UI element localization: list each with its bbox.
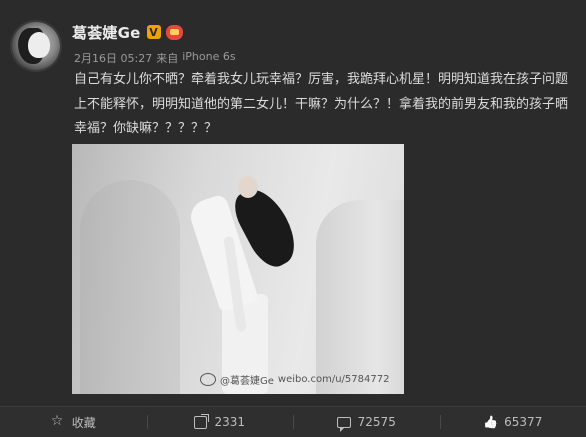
post-text: 自己有女儿你不晒？牵着我女儿玩幸福？厉害，我跪拜心机星！明明知道我在孩子问题上不…	[74, 68, 574, 142]
username-link[interactable]: 葛荟婕Ge	[72, 22, 141, 43]
avatar-face	[28, 32, 50, 58]
figure-head	[238, 176, 258, 198]
post-meta: 2月16日 05:27 来自 iPhone 6s	[74, 50, 236, 66]
user-line: 葛荟婕Ge V	[72, 22, 183, 42]
comment-button[interactable]: 72575	[293, 407, 440, 437]
star-icon	[51, 415, 65, 429]
comment-count: 72575	[358, 415, 396, 429]
source-prefix: 来自	[156, 50, 178, 66]
comment-icon	[337, 417, 351, 428]
thumbs-up-icon	[483, 415, 497, 429]
weibo-logo-icon	[200, 373, 216, 386]
post-source: iPhone 6s	[182, 50, 235, 66]
favorite-button[interactable]: 收藏	[0, 407, 147, 437]
watermark-url: weibo.com/u/5784772	[278, 374, 390, 385]
avatar[interactable]	[12, 22, 60, 70]
vip-badge-icon[interactable]	[166, 25, 183, 40]
repost-count: 2331	[214, 415, 245, 429]
like-button[interactable]: 65377	[440, 407, 586, 437]
post-timestamp[interactable]: 2月16日 05:27	[74, 50, 152, 66]
repost-button[interactable]: 2331	[147, 407, 294, 437]
repost-icon	[194, 416, 207, 429]
background-arch-right	[316, 200, 404, 394]
verified-icon[interactable]: V	[147, 25, 161, 39]
like-count: 65377	[504, 415, 542, 429]
image-watermark: @葛荟婕Ge weibo.com/u/5784772	[200, 372, 389, 387]
action-bar: 收藏 2331 72575 65377	[0, 406, 586, 437]
post-image[interactable]: @葛荟婕Ge weibo.com/u/5784772	[72, 144, 404, 394]
weibo-post: 葛荟婕Ge V 2月16日 05:27 来自 iPhone 6s 自己有女儿你不…	[0, 0, 586, 436]
watermark-handle: @葛荟婕Ge	[220, 372, 274, 387]
background-arch-left	[80, 180, 180, 394]
favorite-label: 收藏	[72, 414, 96, 431]
